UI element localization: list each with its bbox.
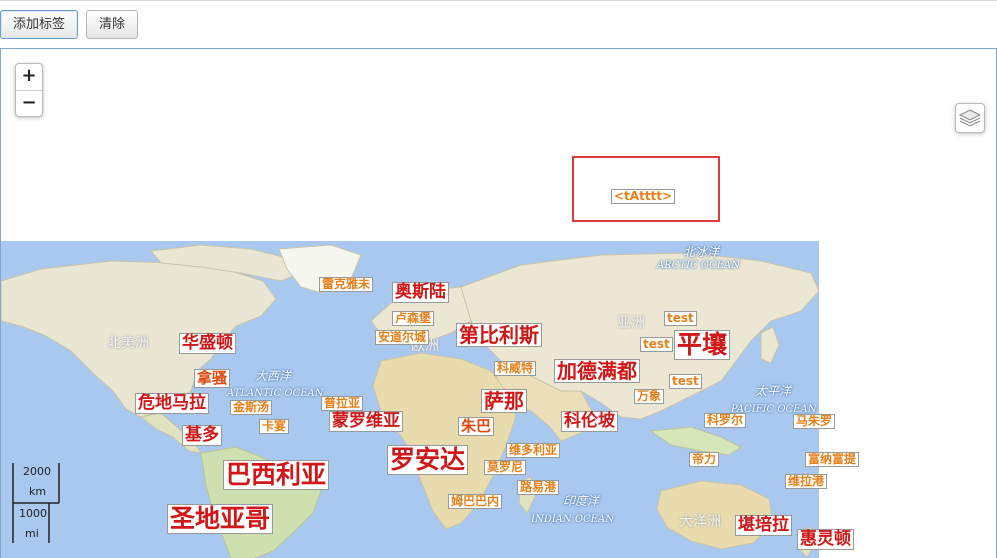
map-tag-highlight[interactable]: <tAtttt>	[611, 189, 676, 205]
map-tag[interactable]: 富纳富提	[805, 452, 860, 468]
region-atlantic-en: ATLANTIC OCEAN	[227, 388, 324, 399]
zoom-control: + −	[15, 63, 43, 117]
map-tag[interactable]: 堪培拉	[735, 515, 792, 536]
map-tag[interactable]: 莫罗尼	[484, 460, 527, 476]
scale-km-unit: km	[29, 485, 47, 498]
region-oceania: 大洋洲	[679, 514, 721, 530]
scale-mi-value: 1000	[19, 507, 47, 520]
map-tag[interactable]: 安道尔城	[375, 330, 430, 346]
map-tag[interactable]: 罗安达	[387, 445, 469, 475]
map-tag[interactable]: 科罗尔	[704, 413, 747, 429]
clear-button[interactable]: 清除	[86, 10, 139, 39]
zoom-out-button[interactable]: −	[16, 91, 42, 117]
region-indian-cn: 印度洋	[563, 494, 600, 508]
map-tag[interactable]: 奥斯陆	[392, 282, 449, 303]
map-tag[interactable]: test	[664, 311, 697, 327]
map-tag[interactable]: 维多利亚	[506, 443, 561, 459]
map-tag[interactable]: 卢森堡	[392, 311, 435, 327]
layers-button[interactable]	[955, 103, 985, 133]
map-tag[interactable]: 万象	[634, 389, 665, 405]
region-indian-en: INDIAN OCEAN	[531, 514, 614, 525]
map-tag[interactable]: 姆巴巴内	[448, 494, 503, 510]
map-tag[interactable]: test	[640, 337, 673, 353]
map-tag[interactable]: 朱巴	[458, 417, 495, 436]
scale-mi-unit: mi	[25, 527, 39, 540]
map-tag[interactable]: 华盛顿	[179, 333, 236, 354]
map-tag[interactable]: 萨那	[481, 389, 527, 413]
map-tag[interactable]: 惠灵顿	[797, 529, 854, 550]
region-pacific-cn: 太平洋	[755, 384, 792, 398]
map-tag[interactable]: 科威特	[494, 361, 537, 377]
region-arctic-en: ARCTIC OCEAN	[657, 260, 740, 271]
map-tag[interactable]: 加德满都	[554, 359, 640, 383]
map-tag[interactable]: 马朱罗	[793, 414, 836, 430]
map-tag[interactable]: 基多	[182, 425, 222, 446]
map-tag[interactable]: 帝力	[689, 452, 720, 468]
map-tag[interactable]: 危地马拉	[135, 393, 209, 414]
map-tag[interactable]: 圣地亚哥	[167, 504, 274, 534]
map-tag[interactable]: 普拉亚	[321, 396, 364, 412]
map-tag[interactable]: 拿骚	[194, 369, 231, 388]
add-tag-button[interactable]: 添加标签	[0, 10, 79, 39]
scale-bar: 2000 km 1000 mi	[11, 461, 71, 551]
zoom-in-button[interactable]: +	[16, 64, 42, 91]
scale-km-value: 2000	[23, 465, 51, 478]
map-tag[interactable]: 卡宴	[259, 419, 290, 435]
map-tag[interactable]: 路易港	[517, 480, 560, 496]
map-tag[interactable]: 科伦坡	[561, 411, 618, 432]
map-tag[interactable]: 第比利斯	[456, 323, 542, 347]
map-tag[interactable]: 蒙罗维亚	[329, 411, 403, 432]
layers-icon	[958, 109, 982, 127]
map-tag[interactable]: 平壤	[674, 330, 731, 360]
map-tag[interactable]: 维拉港	[785, 474, 828, 490]
toolbar: 添加标签 清除	[0, 0, 997, 48]
region-north-america: 北美洲	[107, 335, 149, 351]
map-tag[interactable]: test	[669, 374, 702, 390]
map-container[interactable]: 北冰洋 ARCTIC OCEAN 北美洲 亚洲 欧洲 大西洋 ATLANTIC …	[0, 48, 997, 558]
region-asia: 亚洲	[617, 315, 645, 331]
region-arctic-cn: 北冰洋	[683, 245, 720, 259]
map-tag[interactable]: 金斯汤	[230, 400, 273, 416]
map-tag[interactable]: 巴西利亚	[223, 460, 330, 490]
region-atlantic-cn: 大西洋	[255, 369, 292, 383]
map-tag[interactable]: 雷克雅未	[319, 277, 374, 293]
